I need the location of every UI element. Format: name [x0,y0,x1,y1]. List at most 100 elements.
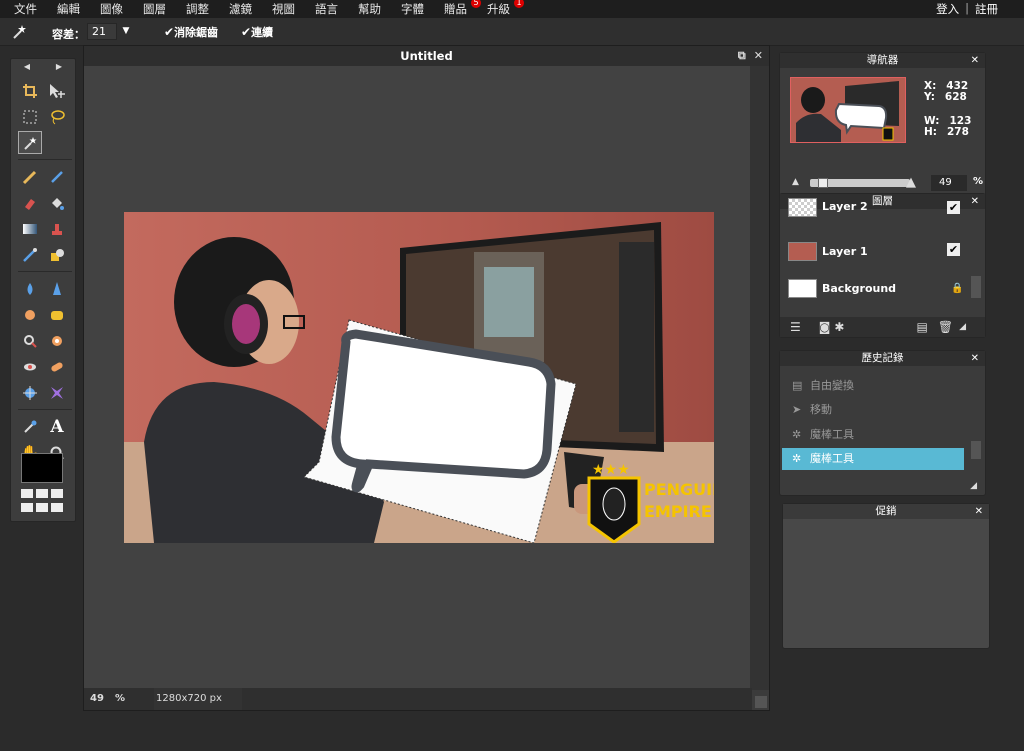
layer-name[interactable]: Layer 1 [822,245,868,258]
color-picker-icon[interactable] [18,415,42,438]
tolerance-input[interactable]: 21 [87,23,117,40]
auth-links: 登入 | 註冊 [936,1,998,17]
color-replace-icon[interactable] [18,243,42,266]
smudge-tool-icon[interactable] [18,303,42,326]
menu-file[interactable]: 文件 [0,1,47,17]
red-eye-tool-icon[interactable] [18,355,42,378]
menu-image[interactable]: 圖像 [90,1,133,17]
menu-fonts[interactable]: 字體 [391,1,434,17]
bloat-tool-icon[interactable] [18,381,42,404]
gradient-tool-icon[interactable] [18,217,42,240]
history-item[interactable]: ➤ 移動 [782,399,964,421]
close-icon[interactable]: ✕ [971,53,979,68]
close-icon[interactable]: ✕ [975,504,983,519]
layer-row[interactable]: Layer 1 ✔ [780,234,968,268]
canvas-area[interactable]: ★★★ PENGUINS EMPIRE [84,66,752,690]
marquee-tool-icon[interactable] [18,105,42,128]
vertical-scrollbar[interactable] [750,66,769,690]
new-layer-icon[interactable]: ▤ [916,320,927,334]
type-tool-icon[interactable]: A [45,415,69,438]
menu-gifts[interactable]: 贈品 5 [434,0,481,17]
layer-name[interactable]: Layer 2 [822,200,868,213]
layer-row[interactable]: Layer 2 ✔ [780,198,968,222]
history-item-selected[interactable]: ✲ 魔棒工具 [782,448,964,470]
tolerance-label: 容差： [52,28,85,41]
contiguous-checkbox[interactable]: ✔連續 [241,24,273,40]
chevron-down-icon[interactable]: ▼ [118,23,134,40]
menu-view[interactable]: 視圖 [262,1,305,17]
h-label: H: [924,126,937,138]
pinch-tool-icon[interactable] [45,381,69,404]
history-title: 歷史記錄 [861,352,904,364]
collapse-right-icon[interactable]: ▶ [56,62,62,71]
eraser-tool-icon[interactable] [18,191,42,214]
menu-adjust[interactable]: 調整 [176,1,219,17]
move-tool-icon[interactable] [45,79,69,102]
history-item[interactable]: ✲ 魔棒工具 [782,424,964,446]
trash-icon[interactable]: 🗑 [938,320,953,334]
burn-tool-icon[interactable] [45,329,69,352]
sharpen-tool-icon[interactable] [45,277,69,300]
layer-visibility-checkbox[interactable]: ✔ [947,243,960,256]
history-scrollbar[interactable] [971,441,981,459]
resize-handle-icon[interactable] [755,696,767,708]
maximize-icon[interactable]: ⧉ [738,46,746,66]
antialias-label: 消除鋸齒 [174,26,219,39]
image-dimensions: 1280x720 px [154,688,242,710]
layer-mask-icon[interactable]: ◙ [819,320,831,334]
layers-scrollbar[interactable] [971,276,981,298]
layer-thumbnail [788,198,817,217]
navigator-zoom-input[interactable]: 49 [931,175,967,191]
lasso-tool-icon[interactable] [45,105,69,128]
brush-tool-icon[interactable] [45,165,69,188]
stamp-tool-icon[interactable] [45,217,69,240]
antialias-checkbox[interactable]: ✔消除鋸齒 [164,24,218,40]
layer-visibility-checkbox[interactable]: ✔ [947,201,960,214]
history-header: 歷史記錄 ✕ [780,351,985,366]
history-item-label: 魔棒工具 [810,428,854,441]
menu-language[interactable]: 語言 [305,1,348,17]
zoom-slider[interactable] [810,178,910,188]
menu-layer[interactable]: 圖層 [133,1,176,17]
history-item[interactable]: ▤ 自由變換 [782,375,964,397]
history-item-label: 移動 [810,403,832,416]
navigator-thumbnail[interactable] [790,77,906,143]
layer-effects-icon[interactable]: ✱ [834,320,844,334]
canvas-image[interactable]: ★★★ PENGUINS EMPIRE [124,212,714,543]
sponge-tool-icon[interactable] [45,303,69,326]
zoom-out-icon[interactable]: ▲ [792,177,799,187]
grid-icon[interactable] [21,489,63,513]
spot-heal-icon[interactable] [45,355,69,378]
shape-tool-icon[interactable] [45,243,69,266]
menu-help[interactable]: 幫助 [348,1,391,17]
dodge-tool-icon[interactable] [18,329,42,352]
register-link[interactable]: 註冊 [975,1,998,17]
pencil-tool-icon[interactable] [18,165,42,188]
resize-handle-icon[interactable]: ◢ [970,481,977,491]
login-link[interactable]: 登入 [936,1,959,17]
zoom-value[interactable]: 49 [90,688,104,710]
menu-edit[interactable]: 編輯 [47,1,90,17]
close-icon[interactable]: ✕ [971,351,979,366]
crop-tool-icon[interactable] [18,79,42,102]
document-title-bar[interactable]: Untitled ⧉ ✕ [84,46,769,66]
resize-handle-icon[interactable]: ◢ [959,322,966,332]
zoom-in-icon[interactable]: ▲ [906,175,916,190]
menu-gifts-label: 贈品 [444,2,467,16]
layers-panel: 圖層 ✕ Layer 2 ✔ Layer 1 ✔ Background 🔒 ☰ … [779,193,986,338]
menu-upgrade[interactable]: 升級 1 [477,0,524,17]
menu-filter[interactable]: 濾鏡 [219,1,262,17]
tool-options-bar: 容差： 21 ▼ ✔消除鋸齒 ✔連續 [0,18,1024,46]
layer-settings-icon[interactable]: ☰ [790,320,801,334]
magic-wand-tool-icon[interactable] [18,131,42,154]
layer-name[interactable]: Background [822,282,896,295]
close-icon[interactable]: ✕ [971,194,979,209]
layer-row[interactable]: Background 🔒 [780,271,968,305]
blur-tool-icon[interactable] [18,277,42,300]
close-icon[interactable]: ✕ [754,46,763,66]
foreground-color-swatch[interactable] [21,453,63,483]
fill-bucket-icon[interactable] [45,191,69,214]
zoom-slider-knob[interactable] [818,178,828,188]
navigator-header: 導航器 ✕ [780,53,985,68]
collapse-left-icon[interactable]: ◀ [24,62,30,71]
